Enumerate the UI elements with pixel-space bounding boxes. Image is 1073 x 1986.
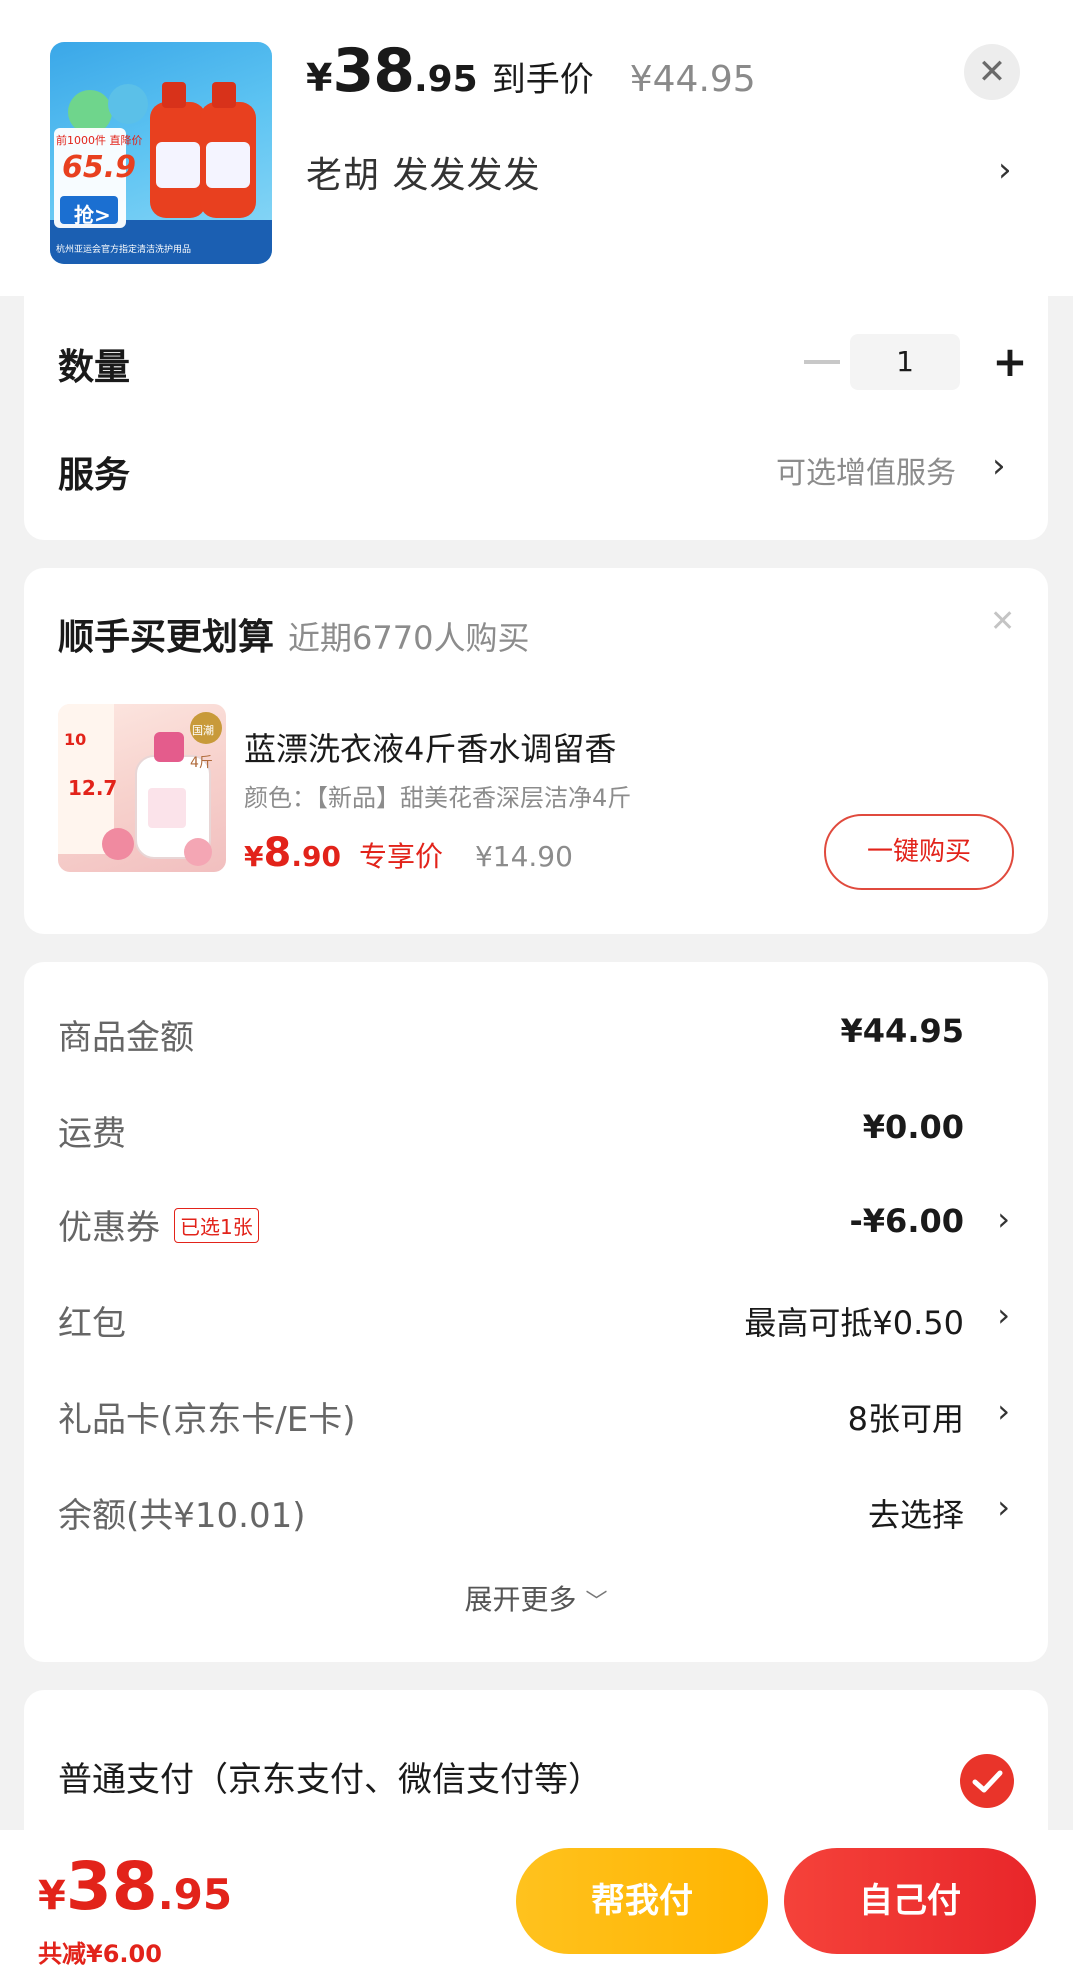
price-decimal: .95 bbox=[413, 59, 478, 100]
one-click-buy-button[interactable]: 一键购买 bbox=[824, 814, 1014, 890]
coupon-label: 优惠券 bbox=[58, 1208, 160, 1248]
fee-value: ¥44.95 bbox=[840, 1012, 964, 1050]
fee-row-shipping: 运费 ¥0.00 bbox=[58, 1106, 1038, 1166]
thumb-footer-text: 杭州亚运会官方指定清洁洗护用品 bbox=[56, 245, 192, 255]
total-discount: 共减¥6.00 bbox=[38, 1940, 162, 1968]
pay-myself-button[interactable]: 自己付 bbox=[784, 1848, 1036, 1954]
thumb-badge-text: 前1000件 直降价 bbox=[56, 134, 143, 147]
upsell-price-decimal: .90 bbox=[291, 840, 341, 873]
chevron-right-icon[interactable]: › bbox=[997, 1392, 1010, 1430]
currency-symbol: ¥ bbox=[38, 1873, 66, 1919]
chevron-down-icon: ﹀ bbox=[585, 1590, 608, 1615]
fee-value: ¥0.00 bbox=[862, 1108, 964, 1146]
thumb-grab-text: 抢> bbox=[74, 203, 111, 227]
service-label: 服务 bbox=[58, 455, 131, 496]
quantity-value: 1 bbox=[896, 345, 914, 378]
currency-symbol: ¥ bbox=[244, 840, 264, 873]
expand-more-label: 展开更多 bbox=[464, 1583, 577, 1616]
image-price-b: 12.7 bbox=[68, 776, 118, 800]
close-button[interactable]: ✕ bbox=[964, 44, 1020, 100]
close-icon[interactable]: ✕ bbox=[990, 604, 1015, 639]
image-weight: 4斤 bbox=[190, 755, 213, 771]
fee-label: 优惠券 已选1张 bbox=[58, 1200, 259, 1249]
price-display: ¥ 38 .95 到手价 ¥44.95 bbox=[306, 36, 756, 106]
upsell-card: 顺手买更划算 近期6770人购买 ✕ 10 12.7 4斤 国潮 蓝漂洗衣液4斤… bbox=[24, 568, 1048, 934]
image-badge: 国潮 bbox=[192, 724, 214, 737]
quantity-minus-button[interactable] bbox=[800, 334, 840, 390]
chevron-right-icon[interactable]: › bbox=[997, 1488, 1010, 1526]
fee-value-discount: -¥6.00 bbox=[849, 1202, 965, 1240]
upsell-product-name[interactable]: 蓝漂洗衣液4斤香水调留香 bbox=[244, 724, 616, 770]
help-me-pay-button[interactable]: 帮我付 bbox=[516, 1848, 768, 1954]
fee-label: 红包 bbox=[58, 1304, 126, 1344]
options-card: 数量 1 + 服务 可选增值服务 › bbox=[24, 296, 1048, 540]
upsell-price: ¥ 8 .90 专享价 ¥14.90 bbox=[244, 830, 573, 876]
fees-card: 商品金额 ¥44.95 运费 ¥0.00 优惠券 已选1张 -¥6.00 › 红包… bbox=[24, 962, 1048, 1662]
order-header: 前1000件 直降价 65.9 抢> 杭州亚运会官方指定清洁洗护用品 ¥ 38 … bbox=[0, 0, 1073, 296]
upsell-product-image[interactable]: 10 12.7 4斤 国潮 bbox=[58, 704, 226, 872]
fee-row-balance[interactable]: 余额(共¥10.01) 去选择 › bbox=[58, 1488, 1038, 1548]
total-price-integer: 38 bbox=[65, 1848, 158, 1925]
currency-symbol: ¥ bbox=[306, 56, 333, 100]
chevron-right-icon[interactable]: › bbox=[997, 1296, 1010, 1334]
fee-row-coupon[interactable]: 优惠券 已选1张 -¥6.00 › bbox=[58, 1200, 1038, 1260]
check-icon bbox=[972, 1770, 1003, 1793]
checkout-bar: ¥ 38 .95 共减¥6.00 帮我付 自己付 bbox=[0, 1830, 1073, 1986]
fee-label: 余额(共¥10.01) bbox=[58, 1496, 306, 1536]
upsell-title: 顺手买更划算 bbox=[58, 617, 275, 658]
payment-method-label[interactable]: 普通支付（京东支付、微信支付等） bbox=[58, 1752, 602, 1801]
chevron-right-icon[interactable]: › bbox=[992, 446, 1006, 486]
image-price-a: 10 bbox=[64, 730, 87, 749]
upsell-product-spec: 颜色：【新品】甜美花香深层洁净4斤 bbox=[244, 784, 632, 812]
minus-icon bbox=[804, 360, 840, 364]
upsell-price-integer: 8 bbox=[263, 830, 292, 876]
fee-row-goods: 商品金额 ¥44.95 bbox=[58, 1010, 1038, 1070]
fee-label: 运费 bbox=[58, 1114, 126, 1154]
fee-value: 最高可抵¥0.50 bbox=[744, 1304, 964, 1342]
fee-label: 礼品卡(京东卡/E卡) bbox=[58, 1400, 356, 1440]
quantity-plus-button[interactable]: + bbox=[982, 334, 1038, 390]
upsell-subtitle: 近期6770人购买 bbox=[288, 619, 530, 657]
upsell-price-tag: 专享价 bbox=[358, 840, 443, 873]
plus-icon: + bbox=[992, 337, 1028, 386]
thumb-badge-price: 65.9 bbox=[62, 150, 137, 185]
quantity-label: 数量 bbox=[58, 347, 131, 388]
total-price-decimal: .95 bbox=[157, 1870, 233, 1919]
chevron-right-icon[interactable]: › bbox=[998, 150, 1012, 190]
total-price: ¥ 38 .95 bbox=[38, 1848, 232, 1925]
spec-selector[interactable]: 老胡 发发发发 bbox=[306, 146, 540, 198]
price-tag-label: 到手价 bbox=[491, 60, 594, 100]
product-thumbnail[interactable]: 前1000件 直降价 65.9 抢> 杭州亚运会官方指定清洁洗护用品 bbox=[50, 42, 272, 264]
fee-value: 8张可用 bbox=[847, 1400, 964, 1438]
payment-radio-selected[interactable] bbox=[960, 1754, 1014, 1808]
service-value[interactable]: 可选增值服务 bbox=[776, 448, 956, 492]
price-integer: 38 bbox=[332, 36, 414, 106]
pay-myself-label: 自己付 bbox=[859, 1881, 961, 1921]
upsell-header: 顺手买更划算 近期6770人购买 bbox=[58, 608, 529, 660]
coupon-selected-badge: 已选1张 bbox=[174, 1208, 259, 1243]
fee-row-redpacket[interactable]: 红包 最高可抵¥0.50 › bbox=[58, 1296, 1038, 1356]
expand-more-button[interactable]: 展开更多 ﹀ bbox=[24, 1578, 1048, 1618]
one-click-buy-label: 一键购买 bbox=[866, 837, 971, 867]
help-me-pay-label: 帮我付 bbox=[591, 1881, 693, 1921]
fee-label: 商品金额 bbox=[58, 1018, 194, 1058]
original-price: ¥44.95 bbox=[629, 59, 756, 100]
close-icon: ✕ bbox=[977, 52, 1007, 92]
fee-row-giftcard[interactable]: 礼品卡(京东卡/E卡) 8张可用 › bbox=[58, 1392, 1038, 1452]
fee-value: 去选择 bbox=[867, 1496, 964, 1534]
upsell-original-price: ¥14.90 bbox=[474, 840, 573, 873]
selected-spec: 老胡 发发发发 bbox=[306, 155, 541, 196]
quantity-input[interactable]: 1 bbox=[850, 334, 960, 390]
chevron-right-icon[interactable]: › bbox=[997, 1200, 1010, 1238]
